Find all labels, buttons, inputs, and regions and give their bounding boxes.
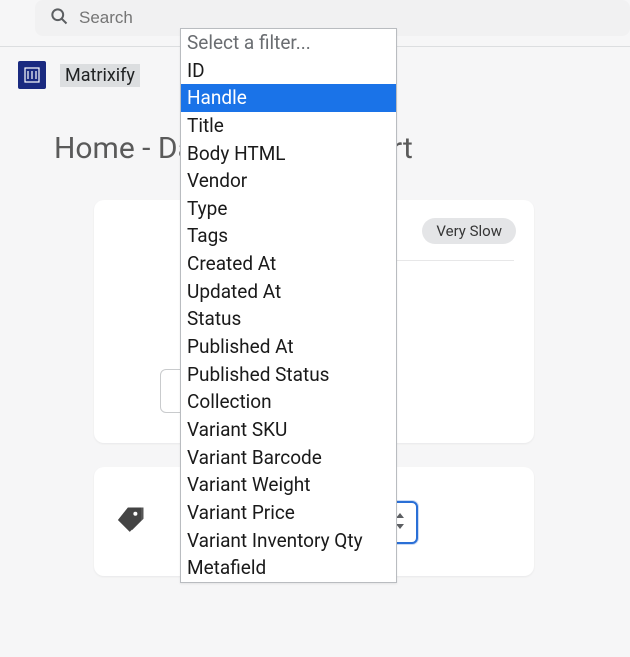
dropdown-option[interactable]: Tags	[181, 222, 396, 250]
dropdown-option[interactable]: Handle	[181, 84, 396, 112]
dropdown-option[interactable]: Variant Barcode	[181, 444, 396, 472]
search-icon	[49, 6, 69, 30]
dropdown-option[interactable]: Collection	[181, 388, 396, 416]
dropdown-option[interactable]: Status	[181, 305, 396, 333]
dropdown-option[interactable]: Variant SKU	[181, 416, 396, 444]
dropdown-option[interactable]: Title	[181, 112, 396, 140]
dropdown-option[interactable]: Created At	[181, 250, 396, 278]
app-icon	[18, 61, 46, 89]
search-input[interactable]	[79, 8, 616, 28]
filter-dropdown[interactable]: Select a filter...IDHandleTitleBody HTML…	[180, 28, 397, 583]
dropdown-option[interactable]: Vendor	[181, 167, 396, 195]
dropdown-option[interactable]: Variant Weight	[181, 471, 396, 499]
dropdown-option[interactable]: Published At	[181, 333, 396, 361]
dropdown-option[interactable]: Body HTML	[181, 140, 396, 168]
tag-icon	[116, 505, 146, 535]
dropdown-option[interactable]: Variant Price	[181, 499, 396, 527]
dropdown-option[interactable]: Updated At	[181, 278, 396, 306]
dropdown-option[interactable]: ID	[181, 57, 396, 85]
dropdown-placeholder[interactable]: Select a filter...	[181, 29, 396, 57]
app-name[interactable]: Matrixify	[60, 64, 140, 87]
dropdown-option[interactable]: Type	[181, 195, 396, 223]
dropdown-option[interactable]: Variant Inventory Qty	[181, 527, 396, 555]
dropdown-option[interactable]: Metafield	[181, 554, 396, 582]
dropdown-option[interactable]: Published Status	[181, 361, 396, 389]
speed-badge: Very Slow	[422, 218, 516, 244]
